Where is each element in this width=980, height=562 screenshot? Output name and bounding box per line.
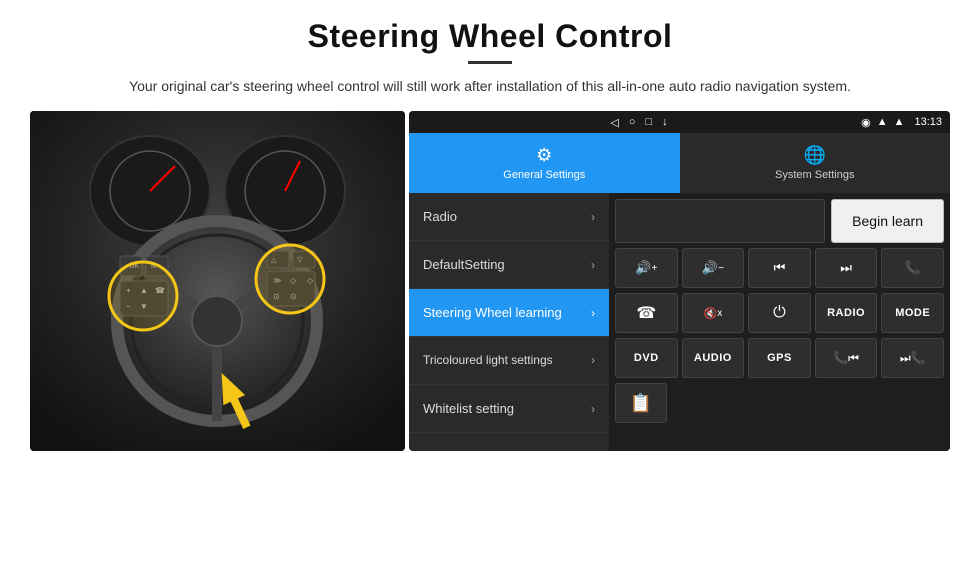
tab-system-label: System Settings bbox=[775, 169, 854, 181]
dvd-btn[interactable]: DVD bbox=[615, 338, 678, 378]
main-body: Radio › DefaultSetting › Steering Wheel … bbox=[409, 193, 950, 451]
vol-up-btn[interactable]: 🔊+ bbox=[615, 248, 678, 288]
back-icon[interactable]: ◁ bbox=[610, 116, 618, 129]
time-display: 13:13 bbox=[914, 116, 942, 128]
control-row-1: 🔊+ 🔊− ⏮ ⏭ 📞 bbox=[615, 248, 944, 288]
screenshot-icon[interactable]: ↓ bbox=[662, 116, 668, 128]
power-btn[interactable]: ⏻ bbox=[748, 293, 811, 333]
menu-radio-label: Radio bbox=[423, 209, 457, 224]
tab-general[interactable]: ⚙ General Settings bbox=[409, 133, 680, 193]
recents-icon[interactable]: □ bbox=[646, 116, 653, 128]
radio-btn[interactable]: RADIO bbox=[815, 293, 878, 333]
page-wrapper: Steering Wheel Control Your original car… bbox=[0, 0, 980, 562]
control-row-2: ☎ 🔇x ⏻ RADIO MODE bbox=[615, 293, 944, 333]
phone-btn[interactable]: 📞 bbox=[881, 248, 944, 288]
page-title: Steering Wheel Control bbox=[308, 18, 673, 55]
status-bar: ◁ ○ □ ↓ ◉ ▲ ▲ 13:13 bbox=[409, 111, 950, 133]
left-menu: Radio › DefaultSetting › Steering Wheel … bbox=[409, 193, 609, 451]
menu-tricoloured-label: Tricoloured light settings bbox=[423, 353, 553, 367]
subtitle: Your original car's steering wheel contr… bbox=[129, 76, 851, 97]
home-icon[interactable]: ○ bbox=[629, 116, 636, 128]
menu-default-label: DefaultSetting bbox=[423, 257, 505, 272]
chevron-icon: › bbox=[591, 210, 595, 224]
bottom-row: 📋 bbox=[615, 383, 944, 423]
learn-input bbox=[615, 199, 825, 243]
system-settings-icon: 🌐 bbox=[804, 145, 826, 166]
android-ui: ◁ ○ □ ↓ ◉ ▲ ▲ 13:13 ⚙ General Settings bbox=[409, 111, 950, 451]
next-btn[interactable]: ⏭ bbox=[815, 248, 878, 288]
chevron-icon: › bbox=[591, 306, 595, 320]
settings-tabs: ⚙ General Settings 🌐 System Settings bbox=[409, 133, 950, 193]
steering-wheel-image: + ▲ ☎ − ▼ OK M ≫ ◇ ◇ ⊙ ⊙ △ bbox=[30, 111, 405, 451]
tab-general-label: General Settings bbox=[503, 169, 585, 181]
begin-learn-row: Begin learn bbox=[615, 199, 944, 243]
control-row-3: DVD AUDIO GPS 📞⏮ ⏭📞 bbox=[615, 338, 944, 378]
list-btn[interactable]: 📋 bbox=[615, 383, 667, 423]
menu-item-steering[interactable]: Steering Wheel learning › bbox=[409, 289, 609, 337]
menu-item-whitelist[interactable]: Whitelist setting › bbox=[409, 385, 609, 433]
phone-next-btn[interactable]: ⏭📞 bbox=[881, 338, 944, 378]
signal-icon: ▲ bbox=[894, 116, 905, 128]
location-icon: ◉ bbox=[861, 116, 871, 129]
title-divider bbox=[468, 61, 512, 64]
call-btn[interactable]: ☎ bbox=[615, 293, 678, 333]
right-controls-panel: Begin learn 🔊+ 🔊− ⏮ ⏭ 📞 ☎ 🔇x ⏻ bbox=[609, 193, 950, 451]
general-settings-icon: ⚙ bbox=[536, 145, 552, 166]
phone-prev-btn[interactable]: 📞⏮ bbox=[815, 338, 878, 378]
menu-item-radio[interactable]: Radio › bbox=[409, 193, 609, 241]
nav-buttons: ◁ ○ □ ↓ bbox=[417, 116, 861, 129]
mute-btn[interactable]: 🔇x bbox=[682, 293, 745, 333]
begin-learn-button[interactable]: Begin learn bbox=[831, 199, 944, 243]
vol-down-btn[interactable]: 🔊− bbox=[682, 248, 745, 288]
mode-btn[interactable]: MODE bbox=[881, 293, 944, 333]
tab-system[interactable]: 🌐 System Settings bbox=[680, 133, 951, 193]
chevron-icon: › bbox=[591, 353, 595, 367]
menu-whitelist-label: Whitelist setting bbox=[423, 401, 514, 416]
chevron-icon: › bbox=[591, 402, 595, 416]
wifi-icon: ▲ bbox=[877, 116, 888, 128]
audio-btn[interactable]: AUDIO bbox=[682, 338, 745, 378]
prev-btn[interactable]: ⏮ bbox=[748, 248, 811, 288]
status-icons: ◉ ▲ ▲ 13:13 bbox=[861, 116, 942, 129]
content-row: + ▲ ☎ − ▼ OK M ≫ ◇ ◇ ⊙ ⊙ △ bbox=[30, 111, 950, 451]
chevron-icon: › bbox=[591, 258, 595, 272]
menu-steering-label: Steering Wheel learning bbox=[423, 305, 562, 320]
menu-item-default[interactable]: DefaultSetting › bbox=[409, 241, 609, 289]
menu-item-tricoloured[interactable]: Tricoloured light settings › bbox=[409, 337, 609, 385]
gps-btn[interactable]: GPS bbox=[748, 338, 811, 378]
